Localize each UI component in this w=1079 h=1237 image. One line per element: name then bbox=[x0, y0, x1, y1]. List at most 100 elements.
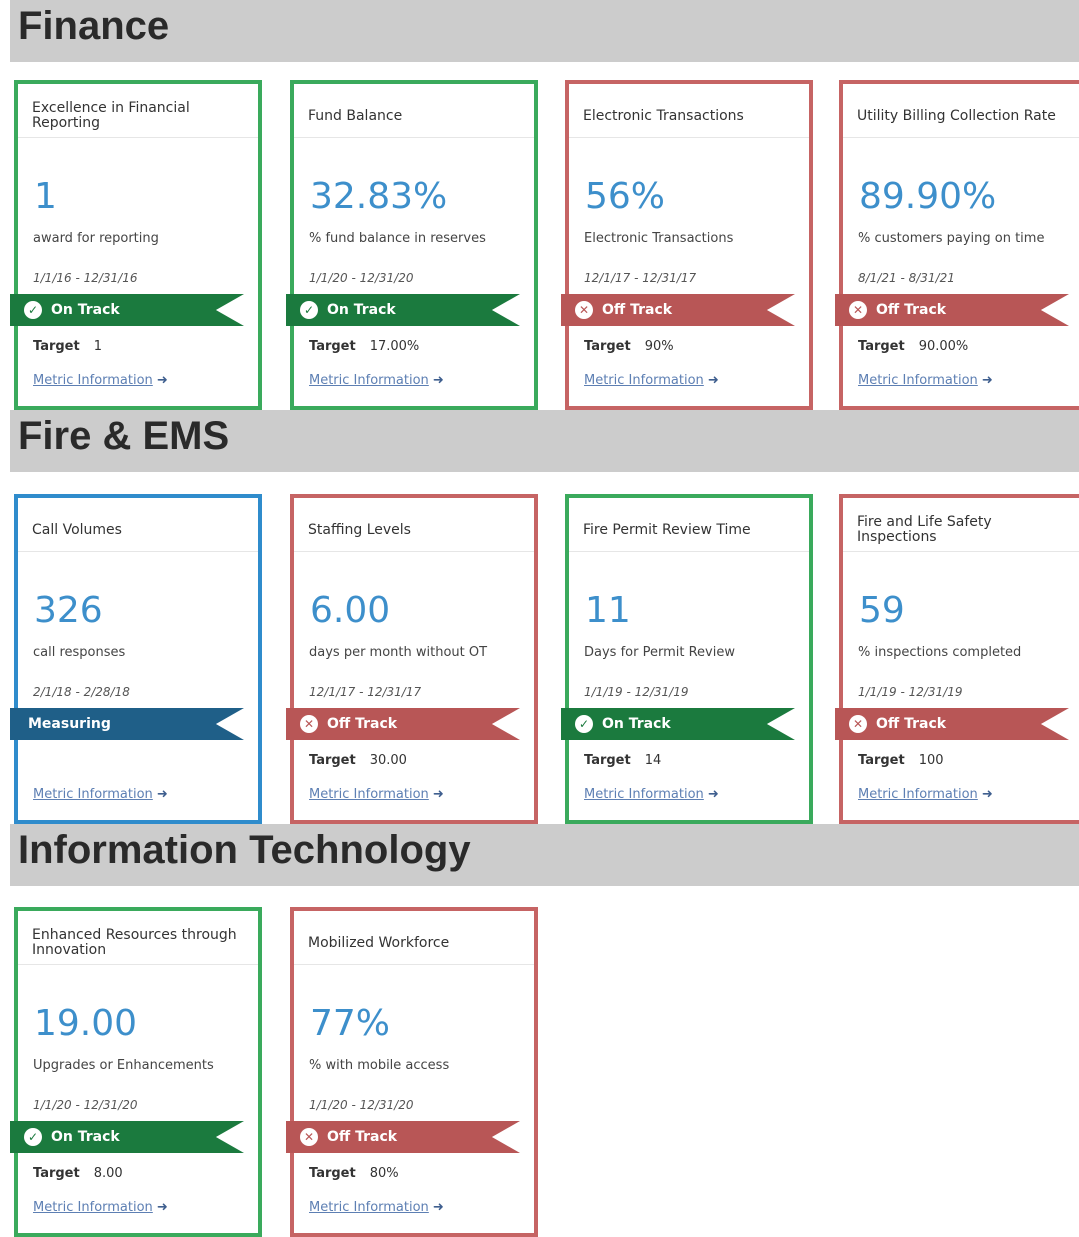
target: Target 90% bbox=[584, 339, 674, 355]
divider bbox=[294, 964, 534, 965]
metric-information-link[interactable]: Metric Information ➜ bbox=[33, 1200, 168, 1216]
target-value: 80% bbox=[369, 1166, 399, 1181]
card-title: Fire Permit Review Time bbox=[583, 521, 751, 538]
status-ribbon: ✓ On Track bbox=[10, 294, 244, 326]
target-label: Target bbox=[584, 753, 631, 768]
target: Target 90.00% bbox=[858, 339, 968, 355]
status-ribbon: ✕ Off Track bbox=[561, 294, 795, 326]
status-ribbon: ✕ Off Track bbox=[286, 708, 520, 740]
metric-value: 32.83% bbox=[310, 176, 448, 217]
status-label: Off Track bbox=[876, 302, 947, 318]
metric-description: % with mobile access bbox=[309, 1058, 450, 1073]
metric-information-link[interactable]: Metric Information ➜ bbox=[309, 787, 444, 803]
status-label: On Track bbox=[51, 302, 120, 318]
metric-value: 1 bbox=[34, 176, 57, 217]
target: Target 100 bbox=[858, 753, 944, 769]
x-circle-icon: ✕ bbox=[575, 301, 593, 319]
date-range: 1/1/19 - 12/31/19 bbox=[584, 685, 689, 699]
metric-card: Call Volumes 326 call responses 2/1/18 -… bbox=[10, 494, 262, 824]
status-ribbon: ✓ On Track bbox=[10, 1121, 244, 1153]
card-title: Excellence in Financial Reporting bbox=[32, 100, 190, 131]
metric-card: Excellence in Financial Reporting 1 awar… bbox=[10, 80, 262, 410]
arrow-right-icon: ➜ bbox=[156, 373, 168, 388]
target-label: Target bbox=[309, 339, 356, 354]
metric-description: % fund balance in reserves bbox=[309, 231, 486, 246]
target-value: 100 bbox=[918, 753, 944, 768]
metric-value: 56% bbox=[585, 176, 666, 217]
metric-information-link[interactable]: Metric Information ➜ bbox=[33, 373, 168, 389]
metric-description: call responses bbox=[33, 645, 126, 660]
metric-description: days per month without OT bbox=[309, 645, 488, 660]
metric-information-link[interactable]: Metric Information ➜ bbox=[584, 373, 719, 389]
metric-value: 77% bbox=[310, 1003, 391, 1044]
target-value: 1 bbox=[93, 339, 102, 354]
status-ribbon: Measuring bbox=[10, 708, 244, 740]
status-ribbon: ✕ Off Track bbox=[286, 1121, 520, 1153]
target-value: 8.00 bbox=[93, 1166, 123, 1181]
metric-description: Days for Permit Review bbox=[584, 645, 735, 660]
divider bbox=[294, 137, 534, 138]
metric-value: 59 bbox=[859, 590, 905, 631]
metric-information-link[interactable]: Metric Information ➜ bbox=[584, 787, 719, 803]
divider bbox=[18, 137, 258, 138]
section-header-information-technology: Information Technology bbox=[10, 824, 1079, 886]
date-range: 12/1/17 - 12/31/17 bbox=[309, 685, 422, 699]
date-range: 2/1/18 - 2/28/18 bbox=[33, 685, 130, 699]
status-label: Off Track bbox=[327, 1129, 398, 1145]
metric-card: Electronic Transactions 56% Electronic T… bbox=[561, 80, 813, 410]
check-circle-icon: ✓ bbox=[575, 715, 593, 733]
target: Target 8.00 bbox=[33, 1166, 123, 1182]
target-value: 14 bbox=[644, 753, 662, 768]
target-label: Target bbox=[584, 339, 631, 354]
metric-card: Staffing Levels 6.00 days per month with… bbox=[286, 494, 538, 824]
metric-card: Fire and Life Safety Inspections 59 % in… bbox=[835, 494, 1079, 824]
metric-value: 89.90% bbox=[859, 176, 997, 217]
target-label: Target bbox=[309, 1166, 356, 1181]
status-ribbon: ✓ On Track bbox=[561, 708, 795, 740]
metric-information-link[interactable]: Metric Information ➜ bbox=[309, 373, 444, 389]
divider bbox=[569, 551, 809, 552]
date-range: 1/1/20 - 12/31/20 bbox=[309, 1098, 414, 1112]
status-ribbon: ✕ Off Track bbox=[835, 294, 1069, 326]
section-header-finance: Finance bbox=[10, 0, 1079, 62]
status-label: Off Track bbox=[602, 302, 673, 318]
metric-card: Fire Permit Review Time 11 Days for Perm… bbox=[561, 494, 813, 824]
divider bbox=[843, 551, 1079, 552]
metric-information-link[interactable]: Metric Information ➜ bbox=[33, 787, 168, 803]
divider bbox=[294, 551, 534, 552]
date-range: 1/1/20 - 12/31/20 bbox=[33, 1098, 138, 1112]
arrow-right-icon: ➜ bbox=[981, 787, 993, 802]
target-value: 30.00 bbox=[369, 753, 407, 768]
status-label: Off Track bbox=[876, 716, 947, 732]
divider bbox=[843, 137, 1079, 138]
target-label: Target bbox=[309, 753, 356, 768]
metric-value: 6.00 bbox=[310, 590, 391, 631]
section-header-fire-ems: Fire & EMS bbox=[10, 410, 1079, 472]
status-ribbon: ✓ On Track bbox=[286, 294, 520, 326]
metric-description: Upgrades or Enhancements bbox=[33, 1058, 214, 1073]
arrow-right-icon: ➜ bbox=[432, 1200, 444, 1215]
card-title: Fire and Life Safety Inspections bbox=[857, 514, 992, 545]
status-label: On Track bbox=[327, 302, 396, 318]
card-title: Call Volumes bbox=[32, 521, 122, 538]
card-title: Fund Balance bbox=[308, 107, 403, 124]
target: Target 1 bbox=[33, 339, 102, 355]
target: Target 80% bbox=[309, 1166, 399, 1182]
metric-information-link[interactable]: Metric Information ➜ bbox=[858, 787, 993, 803]
target-label: Target bbox=[858, 753, 905, 768]
date-range: 8/1/21 - 8/31/21 bbox=[858, 271, 955, 285]
metric-description: % customers paying on time bbox=[858, 231, 1045, 246]
date-range: 1/1/19 - 12/31/19 bbox=[858, 685, 963, 699]
date-range: 1/1/20 - 12/31/20 bbox=[309, 271, 414, 285]
metric-value: 19.00 bbox=[34, 1003, 138, 1044]
target: Target 14 bbox=[584, 753, 661, 769]
x-circle-icon: ✕ bbox=[300, 715, 318, 733]
metric-information-link[interactable]: Metric Information ➜ bbox=[309, 1200, 444, 1216]
divider bbox=[569, 137, 809, 138]
metric-description: award for reporting bbox=[33, 231, 159, 246]
arrow-right-icon: ➜ bbox=[156, 787, 168, 802]
metric-information-link[interactable]: Metric Information ➜ bbox=[858, 373, 993, 389]
target-value: 17.00% bbox=[369, 339, 420, 354]
card-title: Utility Billing Collection Rate bbox=[857, 107, 1056, 124]
x-circle-icon: ✕ bbox=[849, 301, 867, 319]
